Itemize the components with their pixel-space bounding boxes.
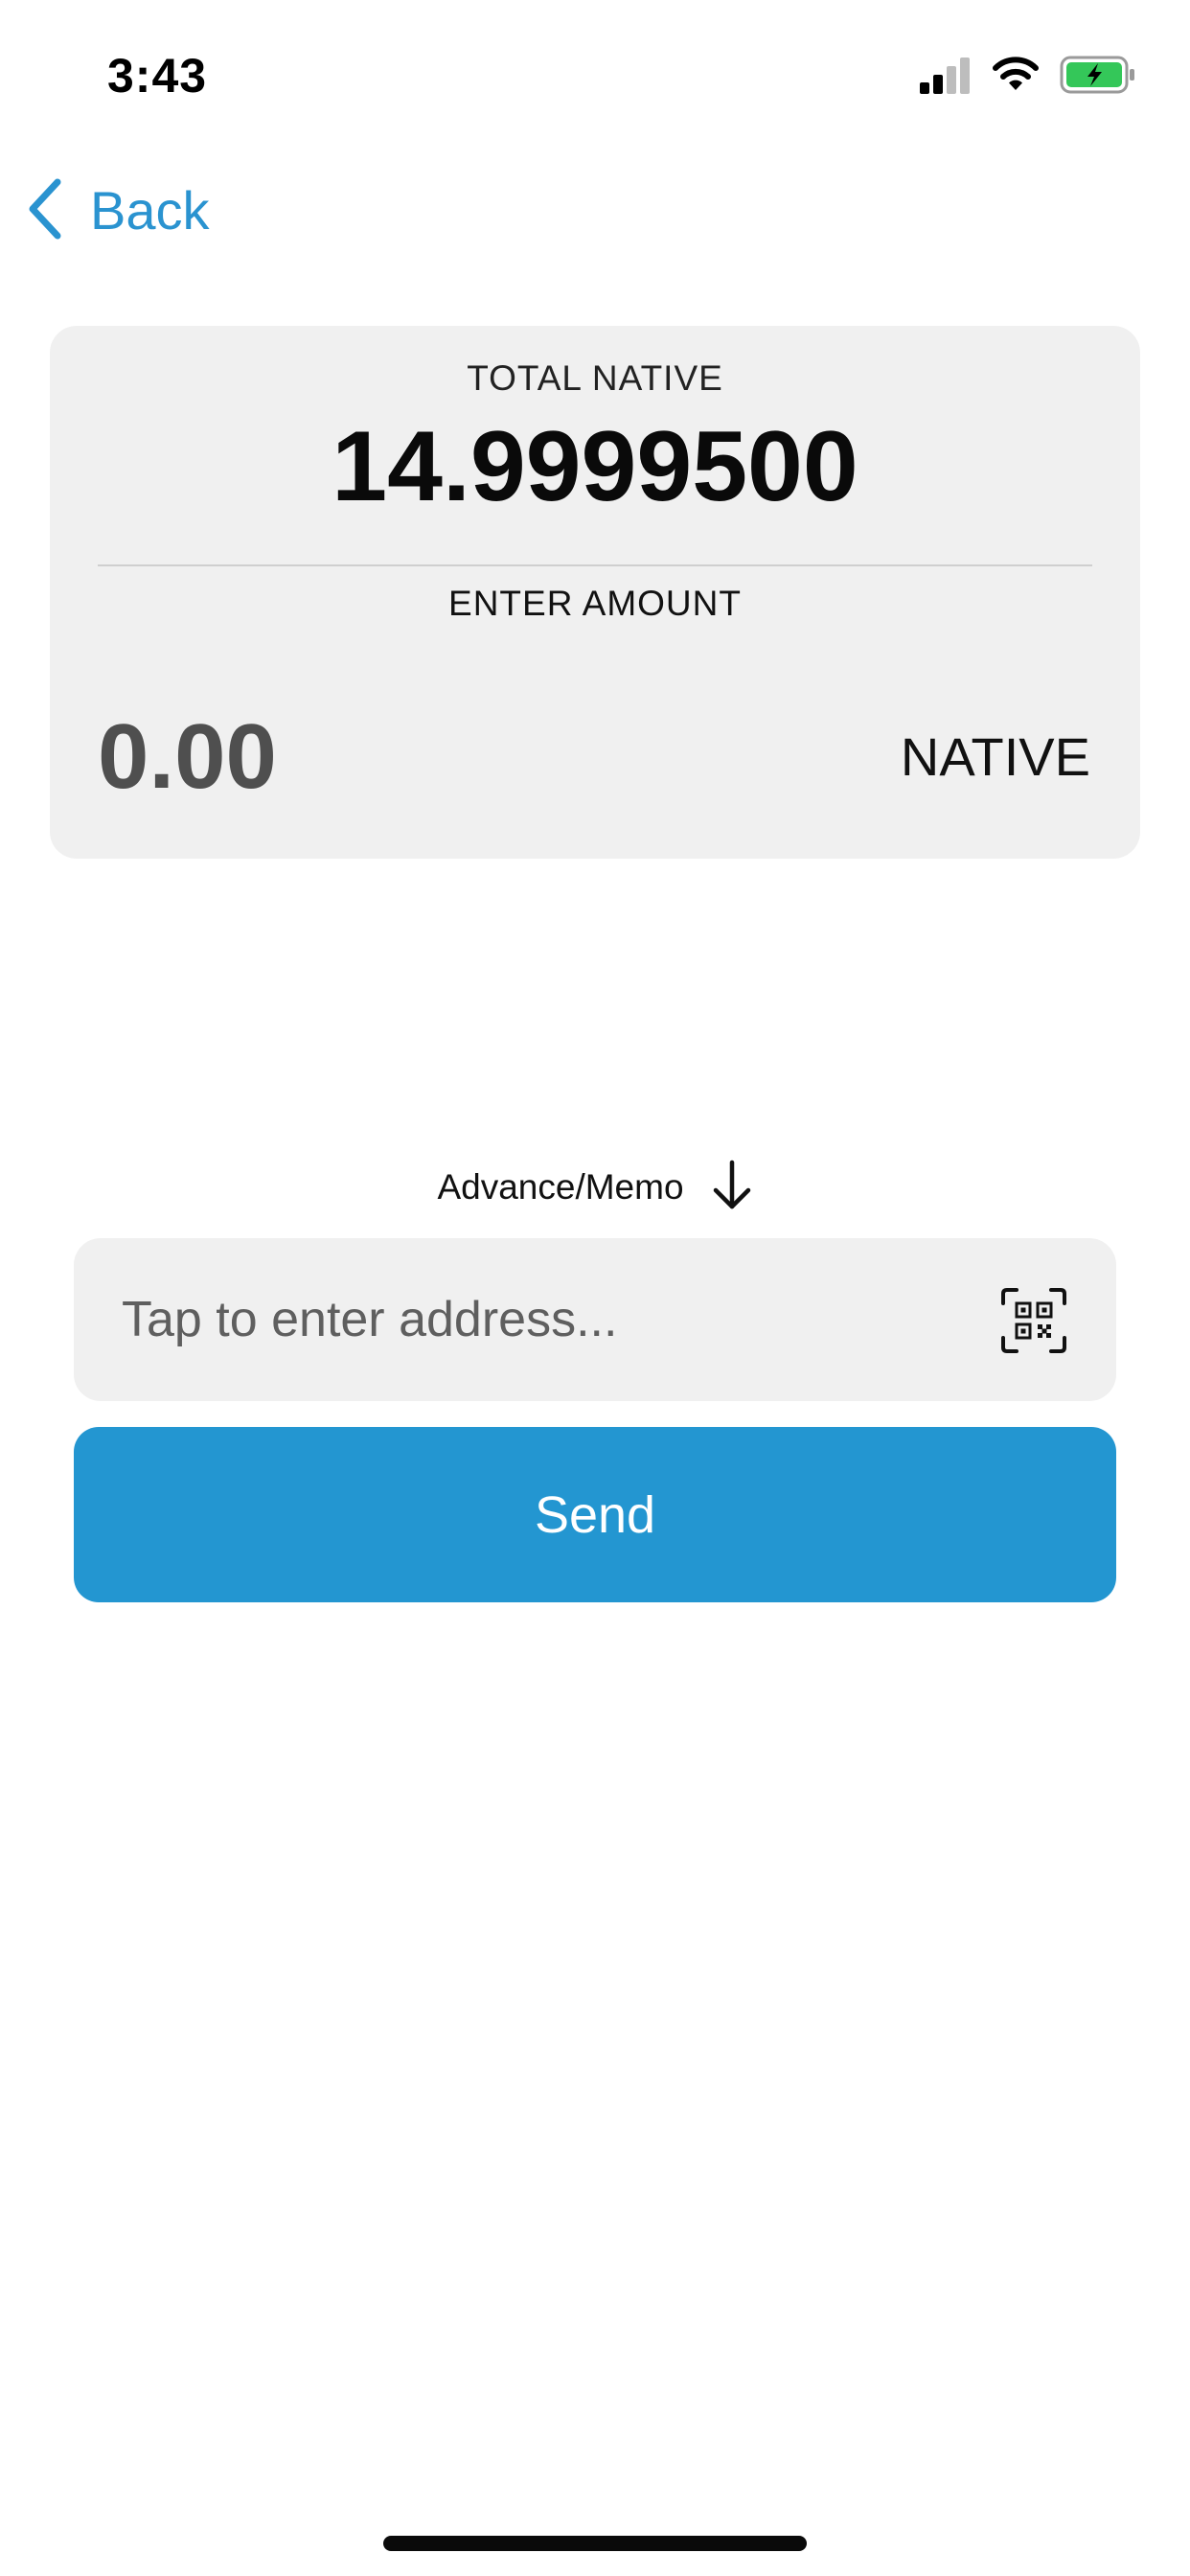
enter-amount-label: ENTER AMOUNT xyxy=(448,584,742,623)
back-label: Back xyxy=(90,180,210,241)
divider xyxy=(98,564,1092,566)
chevron-left-icon xyxy=(27,178,65,244)
qr-scan-icon[interactable] xyxy=(999,1286,1068,1355)
status-time: 3:43 xyxy=(107,49,208,103)
back-button[interactable]: Back xyxy=(27,172,210,249)
amount-input[interactable]: 0.00 xyxy=(98,700,277,815)
arrow-down-icon xyxy=(711,1159,753,1217)
advance-memo-toggle[interactable]: Advance/Memo xyxy=(0,1154,1190,1221)
advance-memo-label: Advance/Memo xyxy=(437,1167,684,1207)
total-label: TOTAL NATIVE xyxy=(467,358,723,398)
send-button[interactable]: Send xyxy=(74,1427,1116,1602)
status-icons xyxy=(920,54,1136,100)
battery-charging-icon xyxy=(1060,55,1136,100)
home-indicator xyxy=(383,2536,807,2551)
wifi-icon xyxy=(991,56,1041,99)
amount-card: TOTAL NATIVE 14.9999500 ENTER AMOUNT 0.0… xyxy=(50,326,1140,859)
address-field[interactable] xyxy=(74,1238,1116,1401)
currency-label: NATIVE xyxy=(900,726,1090,787)
cellular-signal-icon xyxy=(920,56,972,99)
address-input[interactable] xyxy=(122,1238,965,1401)
total-balance: 14.9999500 xyxy=(332,411,858,522)
